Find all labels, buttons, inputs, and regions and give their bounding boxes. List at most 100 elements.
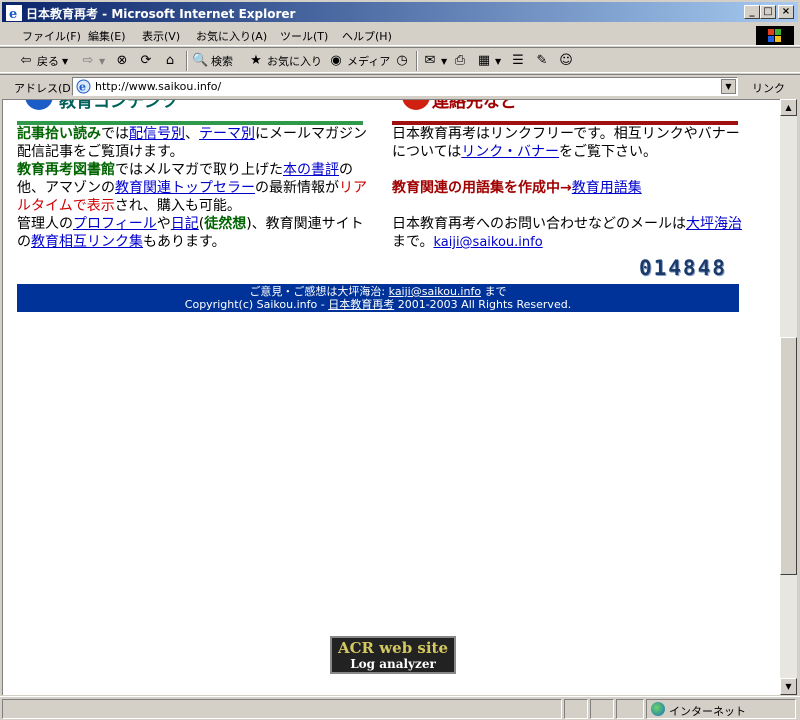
scroll-up-icon[interactable]: ▲	[780, 99, 797, 116]
menu-help[interactable]: ヘルプ(H)	[342, 28, 392, 44]
left-heading-bar	[17, 121, 363, 125]
media-icon: ◉	[330, 53, 342, 68]
status-panel	[616, 699, 644, 719]
zone-panel: インターネット	[646, 699, 796, 719]
address-input[interactable]: e http://www.saikou.info/ ▼	[72, 77, 738, 96]
link-by-theme[interactable]: テーマ別	[199, 126, 255, 142]
search-button[interactable]: 🔍 検索	[192, 52, 233, 70]
back-arrow-icon: ⇦	[20, 53, 32, 68]
menu-favorites[interactable]: お気に入り(A)	[196, 28, 267, 44]
back-button[interactable]: ⇦ 戻る ▼	[18, 52, 69, 70]
text: もあります。	[143, 234, 226, 250]
discuss-button[interactable]: ☰	[510, 52, 526, 70]
refresh-button[interactable]: ⟳	[138, 52, 154, 70]
link-book-review[interactable]: 本の書評	[283, 162, 339, 178]
research-icon: ✎	[536, 53, 548, 68]
link-top-sellers[interactable]: 教育関連トップセラー	[115, 180, 255, 196]
status-panel	[590, 699, 614, 719]
text: をご覧下さい。	[559, 144, 658, 160]
text: や	[156, 216, 171, 232]
acr-log-analyzer-badge[interactable]: ACR web site Log analyzer	[330, 636, 456, 674]
text: の最新情報が	[255, 180, 339, 196]
link-by-issue[interactable]: 配信号別	[129, 126, 185, 142]
footer: ご意見・ご感想は大坪海治: kaiji@saikou.info まで Copyr…	[17, 284, 739, 312]
text: 、	[185, 126, 199, 142]
ie-icon: e	[6, 5, 22, 21]
menu-tools[interactable]: ツール(T)	[280, 28, 328, 44]
badge-line-2: Log analyzer	[350, 657, 436, 671]
link-diary[interactable]: 日記	[171, 216, 199, 232]
badge-line-1: ACR web site	[337, 639, 449, 657]
link-banner[interactable]: リンク・バナー	[461, 144, 559, 160]
address-label: アドレス(D)	[14, 82, 76, 95]
maximize-button[interactable]: □	[760, 5, 776, 19]
page-icon: e	[76, 79, 91, 94]
favorites-button[interactable]: ★ お気に入り	[248, 52, 322, 70]
menu-file[interactable]: ファイル(F)	[22, 28, 81, 44]
internet-globe-icon	[651, 702, 665, 716]
media-button[interactable]: ◉ メディア	[328, 52, 390, 70]
mail-button[interactable]: ✉ ▼	[422, 52, 448, 70]
link-email[interactable]: kaiji@saikou.info	[433, 235, 542, 250]
edit-dropdown-icon: ▼	[495, 56, 502, 66]
status-text-panel	[2, 699, 562, 719]
minimize-button[interactable]: _	[744, 5, 760, 19]
window-title: 日本教育再考 - Microsoft Internet Explorer	[26, 7, 296, 21]
visitor-counter: 014848	[639, 256, 727, 280]
links-button[interactable]: リンク	[752, 80, 785, 96]
standard-toolbar: ⇦ 戻る ▼ ⇨ ▼ ⊗ ⟳ ⌂ 🔍 検索 ★ お気に入り ◉ メディア ◷ ✉…	[0, 47, 800, 73]
keyword: 教育再考図書館	[17, 162, 115, 178]
vertical-scrollbar[interactable]: ▲ ▼	[780, 99, 797, 695]
scroll-thumb[interactable]	[780, 337, 797, 575]
edit-button[interactable]: ▦ ▼	[476, 52, 501, 70]
status-panel	[564, 699, 588, 719]
svg-text:e: e	[9, 7, 17, 21]
text: 2001-2003 All Rights Reserved.	[394, 298, 572, 311]
menu-bar: ファイル(F) 編集(E) 表示(V) お気に入り(A) ツール(T) ヘルプ(…	[0, 24, 800, 46]
edit-icon: ▦	[477, 53, 491, 68]
text: ご意見・ご感想は大坪海治:	[249, 285, 389, 298]
text: 日本教育再考へのお問い合わせなどのメールは	[392, 216, 686, 232]
footer-email-link[interactable]: kaiji@saikou.info	[389, 285, 481, 298]
footer-site-link[interactable]: 日本教育再考	[328, 298, 394, 311]
zone-label: インターネット	[669, 705, 746, 718]
link-mutual-links[interactable]: 教育相互リンク集	[31, 234, 143, 250]
stop-button[interactable]: ⊗	[114, 52, 130, 70]
address-dropdown-icon[interactable]: ▼	[721, 79, 736, 94]
status-bar: インターネット	[0, 696, 800, 720]
home-button[interactable]: ⌂	[162, 52, 178, 70]
text: まで。	[392, 234, 434, 250]
left-paragraph-3: 管理人のプロフィールや日記(徒然想)、教育関連サイトの教育相互リンク集もあります…	[17, 215, 367, 251]
footer-line-2: Copyright(c) Saikou.info - 日本教育再考 2001-2…	[17, 298, 739, 311]
right-paragraph-3: 日本教育再考へのお問い合わせなどのメールは大坪海治まで。kaiji@saikou…	[392, 215, 742, 252]
forward-arrow-icon: ⇨	[82, 53, 94, 68]
scroll-down-icon[interactable]: ▼	[780, 678, 797, 695]
history-button[interactable]: ◷	[394, 52, 410, 70]
forward-button[interactable]: ⇨ ▼	[80, 52, 106, 70]
arrow: →	[560, 180, 572, 196]
link-profile[interactable]: プロフィール	[73, 216, 157, 232]
right-column: 連絡先など 日本教育再考はリンクフリーです。相互リンクやバナーについてはリンク・…	[392, 100, 742, 252]
text: され、購入も可能。	[114, 198, 241, 214]
mail-dropdown-icon: ▼	[441, 56, 448, 66]
stop-icon: ⊗	[116, 53, 128, 68]
close-button[interactable]: ×	[778, 5, 794, 19]
menu-edit[interactable]: 編集(E)	[88, 28, 126, 44]
text: では	[101, 126, 129, 142]
back-label: 戻る	[37, 55, 59, 68]
heading-circle-icon	[402, 100, 430, 110]
left-section-header: 教育コンテンツ	[17, 100, 367, 125]
keyword: 記事拾い読み	[17, 126, 101, 142]
link-author[interactable]: 大坪海治	[686, 216, 742, 232]
glossary-notice: 教育関連の用語集を作成中	[392, 180, 560, 196]
research-button[interactable]: ✎	[534, 52, 550, 70]
page-content: 教育コンテンツ 記事拾い読みでは配信号別、テーマ別にメールマガジン配信記事をご覧…	[2, 99, 780, 695]
back-dropdown-icon: ▼	[62, 56, 69, 66]
messenger-button[interactable]: ☺	[558, 52, 574, 70]
right-heading: 連絡先など	[432, 99, 517, 112]
menu-view[interactable]: 表示(V)	[142, 28, 180, 44]
forward-dropdown-icon: ▼	[99, 56, 106, 66]
print-button[interactable]: ⎙	[452, 52, 468, 70]
link-glossary[interactable]: 教育用語集	[572, 180, 642, 196]
